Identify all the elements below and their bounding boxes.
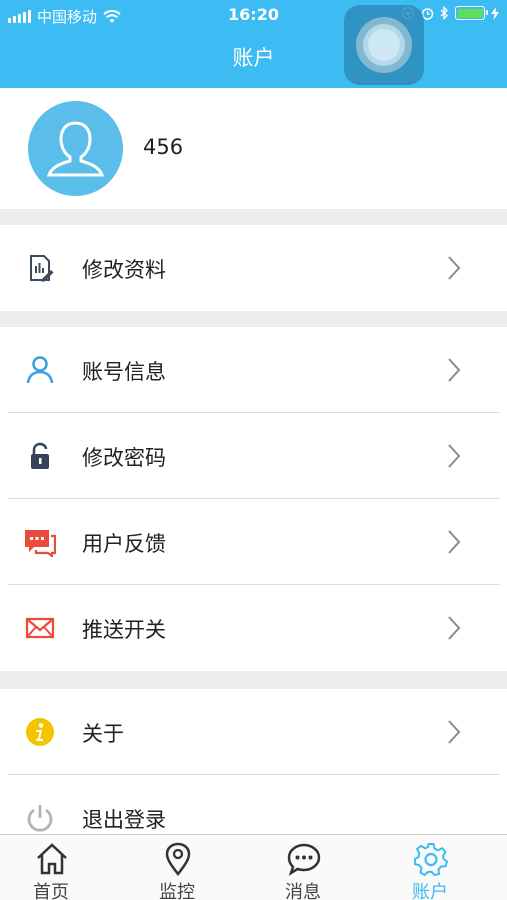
feedback-icon — [24, 526, 56, 558]
section-gap — [0, 209, 507, 225]
chevron-right-icon — [448, 358, 461, 382]
menu-item-about[interactable]: 关于 — [0, 689, 507, 775]
mail-icon — [24, 612, 56, 644]
menu-item-feedback[interactable]: 用户反馈 — [0, 499, 507, 585]
message-icon — [287, 843, 321, 876]
menu-item-change-password[interactable]: 修改密码 — [0, 413, 507, 499]
menu-item-label: 推送开关 — [82, 618, 166, 642]
gear-icon — [414, 843, 448, 876]
chevron-right-icon — [448, 616, 461, 640]
lock-icon — [24, 440, 56, 472]
tab-label: 消息 — [285, 882, 321, 900]
home-icon — [37, 843, 67, 875]
avatar-user-icon — [46, 121, 105, 177]
power-icon — [24, 802, 56, 834]
profile-section[interactable]: 456 — [0, 88, 507, 209]
section-gap — [0, 311, 507, 327]
edit-profile-icon — [24, 252, 56, 284]
tab-label: 监控 — [159, 882, 195, 900]
tab-label: 账户 — [412, 882, 448, 900]
menu-item-label: 关于 — [82, 722, 124, 746]
tab-monitor[interactable]: 监控 — [114, 835, 240, 900]
battery-icon — [455, 6, 488, 20]
page-title: 账户 — [232, 46, 275, 70]
info-icon — [24, 716, 56, 748]
avatar[interactable] — [28, 101, 123, 196]
menu-item-label: 用户反馈 — [82, 532, 166, 556]
menu-item-edit-profile[interactable]: 修改资料 — [0, 225, 507, 311]
location-pin-icon — [165, 842, 191, 876]
chevron-right-icon — [448, 720, 461, 744]
chevron-right-icon — [448, 530, 461, 554]
menu-item-label: 退出登录 — [82, 808, 166, 832]
charging-icon — [491, 6, 499, 20]
menu-item-account-info[interactable]: 账号信息 — [0, 327, 507, 413]
username-label: 456 — [143, 135, 184, 159]
menu-item-push-toggle[interactable]: 推送开关 — [0, 585, 507, 671]
user-icon — [24, 354, 56, 386]
app-header: 中国移动 16:20 账户 — [0, 0, 507, 88]
tab-messages[interactable]: 消息 — [240, 835, 366, 900]
tab-home[interactable]: 首页 — [0, 835, 114, 900]
tab-label: 首页 — [33, 882, 69, 900]
section-gap — [0, 671, 507, 689]
menu-item-label: 账号信息 — [82, 360, 166, 384]
menu-item-label: 修改密码 — [82, 446, 166, 470]
chevron-right-icon — [448, 256, 461, 280]
bluetooth-icon — [440, 6, 449, 20]
status-bar: 中国移动 16:20 — [0, 0, 507, 32]
tab-account[interactable]: 账户 — [367, 835, 493, 900]
chevron-right-icon — [448, 444, 461, 468]
bottom-tab-bar: 首页 监控 消息 账户 — [0, 834, 507, 900]
menu-item-label: 修改资料 — [82, 258, 166, 282]
assistive-touch-button[interactable] — [344, 5, 424, 85]
